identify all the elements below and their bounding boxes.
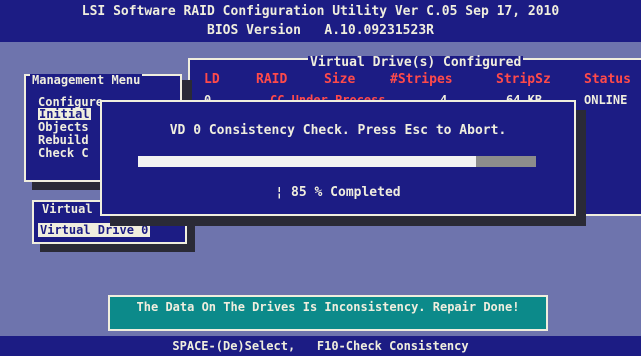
column-header-raid: RAID (256, 72, 288, 87)
column-header-size: Size (324, 72, 356, 87)
progress-bar-fill (138, 156, 477, 167)
column-header-stripsz: StripSz (496, 72, 551, 87)
column-header-stripes: #Stripes (390, 72, 453, 87)
progress-text: ¦ 85 % Completed (275, 185, 401, 200)
management-menu-title: Management Menu (30, 73, 143, 87)
menu-item-rebuild[interactable]: Rebuild (38, 134, 89, 146)
status-bar-hint: SPACE-(De)Select, F10-Check Consistency (172, 339, 469, 353)
menu-item-initialize[interactable]: Initial (38, 108, 91, 120)
app-title: LSI Software RAID Configuration Utility … (81, 4, 560, 19)
bios-version: BIOS Version A.10.09231523R (207, 23, 434, 38)
menu-item-check-consistency[interactable]: Check C (38, 147, 89, 159)
configured-drives-title: Virtual Drive(s) Configured (308, 55, 524, 70)
progress-bar (138, 156, 536, 167)
column-header-ld: LD (204, 72, 220, 87)
dialog-message: VD 0 Consistency Check. Press Esc to Abo… (169, 123, 507, 138)
menu-item-objects[interactable]: Objects (38, 121, 89, 133)
cell-status: ONLINE (584, 93, 628, 107)
column-header-status: Status (584, 72, 631, 87)
repair-message-text: The Data On The Drives Is Inconsistency.… (136, 300, 520, 314)
